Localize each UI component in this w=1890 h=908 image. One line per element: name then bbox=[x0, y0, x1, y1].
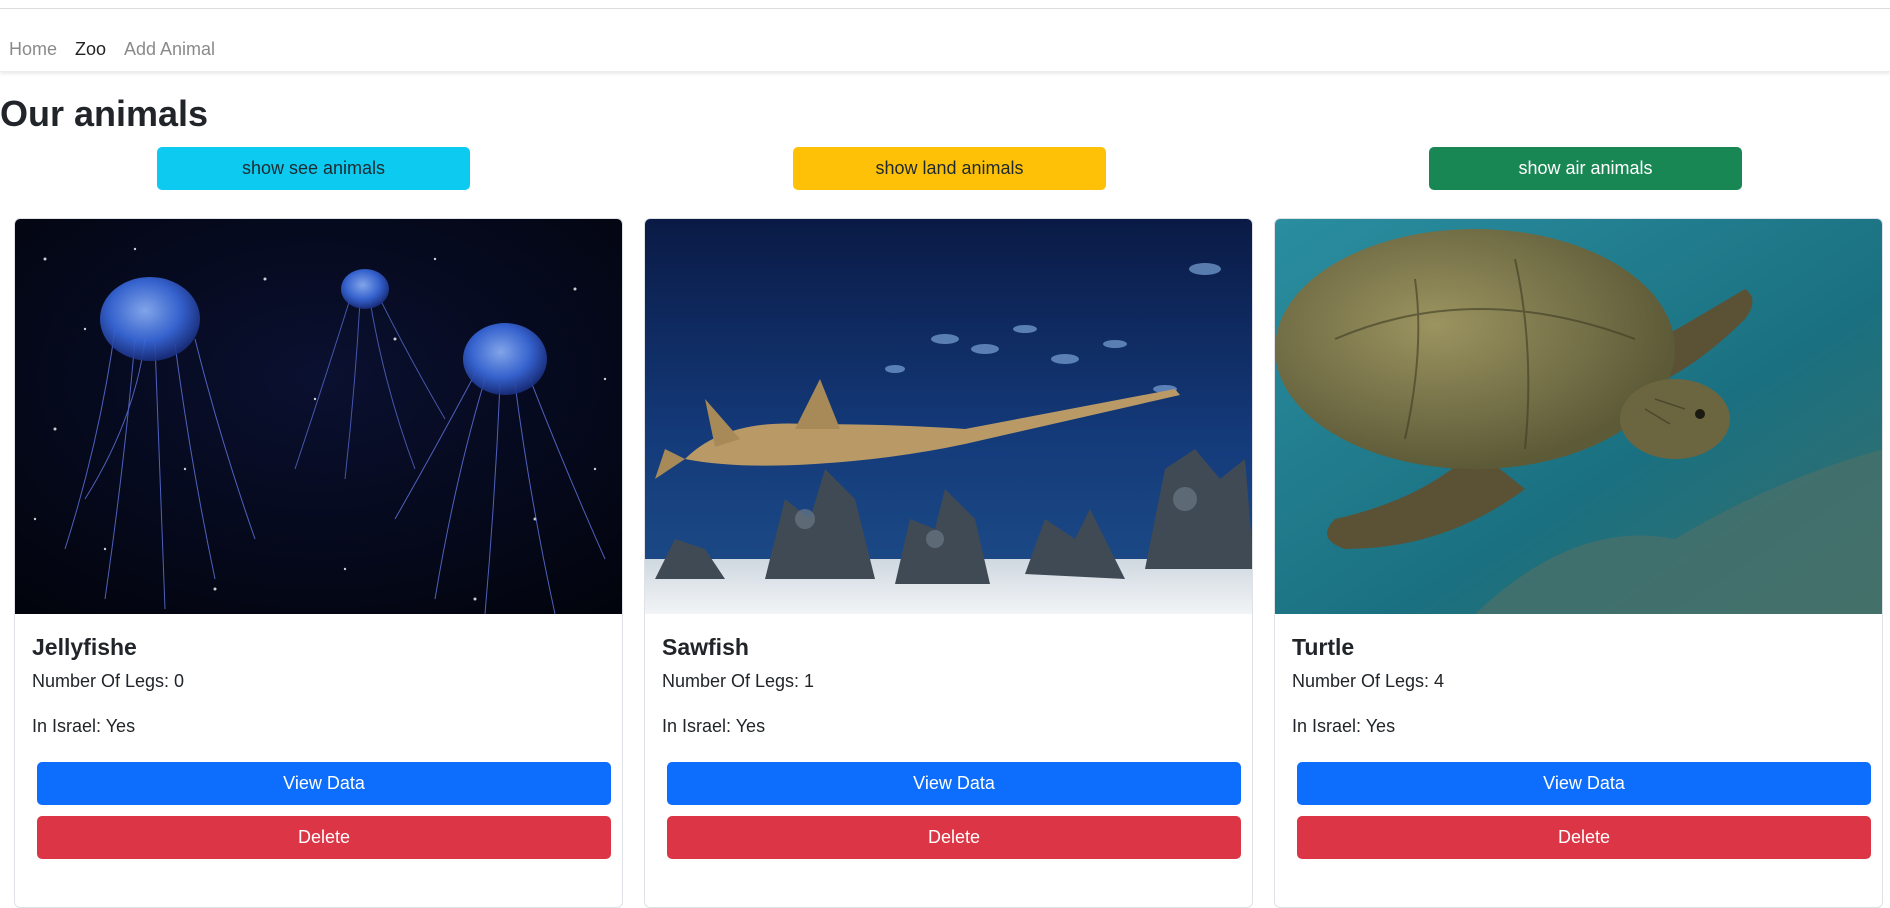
view-data-button[interactable]: View Data bbox=[37, 762, 611, 805]
page-title: Our animals bbox=[0, 93, 209, 134]
nav-zoo-link[interactable]: Zoo bbox=[75, 38, 106, 60]
animal-card: Turtle Number Of Legs: 4 In Israel: Yes … bbox=[1274, 218, 1883, 908]
animal-card: Jellyfishe Number Of Legs: 0 In Israel: … bbox=[14, 218, 623, 908]
animal-name: Sawfish bbox=[662, 634, 749, 660]
animal-legs: Number Of Legs: 4 bbox=[1292, 671, 1445, 691]
show-air-animals-button[interactable]: show air animals bbox=[1429, 147, 1742, 190]
window-top-edge bbox=[0, 0, 1890, 9]
animal-name: Jellyfishe bbox=[32, 634, 137, 660]
navbar: Home Zoo Add Animal bbox=[0, 9, 1890, 72]
view-data-button[interactable]: View Data bbox=[667, 762, 1241, 805]
view-data-button[interactable]: View Data bbox=[1297, 762, 1871, 805]
animal-legs: Number Of Legs: 1 bbox=[662, 671, 815, 691]
sawfish-image bbox=[645, 219, 1252, 614]
delete-button[interactable]: Delete bbox=[1297, 816, 1871, 859]
animal-name: Turtle bbox=[1292, 634, 1355, 660]
animal-in-israel: In Israel: Yes bbox=[1292, 716, 1396, 736]
animal-legs: Number Of Legs: 0 bbox=[32, 671, 185, 691]
animal-in-israel: In Israel: Yes bbox=[32, 716, 136, 736]
show-land-animals-button[interactable]: show land animals bbox=[793, 147, 1106, 190]
nav-add-animal-link[interactable]: Add Animal bbox=[124, 38, 215, 60]
jellyfish-image bbox=[15, 219, 622, 614]
show-sea-animals-button[interactable]: show see animals bbox=[157, 147, 470, 190]
delete-button[interactable]: Delete bbox=[37, 816, 611, 859]
nav-home-link[interactable]: Home bbox=[9, 38, 57, 60]
animal-in-israel: In Israel: Yes bbox=[662, 716, 766, 736]
turtle-image bbox=[1275, 219, 1882, 614]
delete-button[interactable]: Delete bbox=[667, 816, 1241, 859]
animal-card: Sawfish Number Of Legs: 1 In Israel: Yes… bbox=[644, 218, 1253, 908]
